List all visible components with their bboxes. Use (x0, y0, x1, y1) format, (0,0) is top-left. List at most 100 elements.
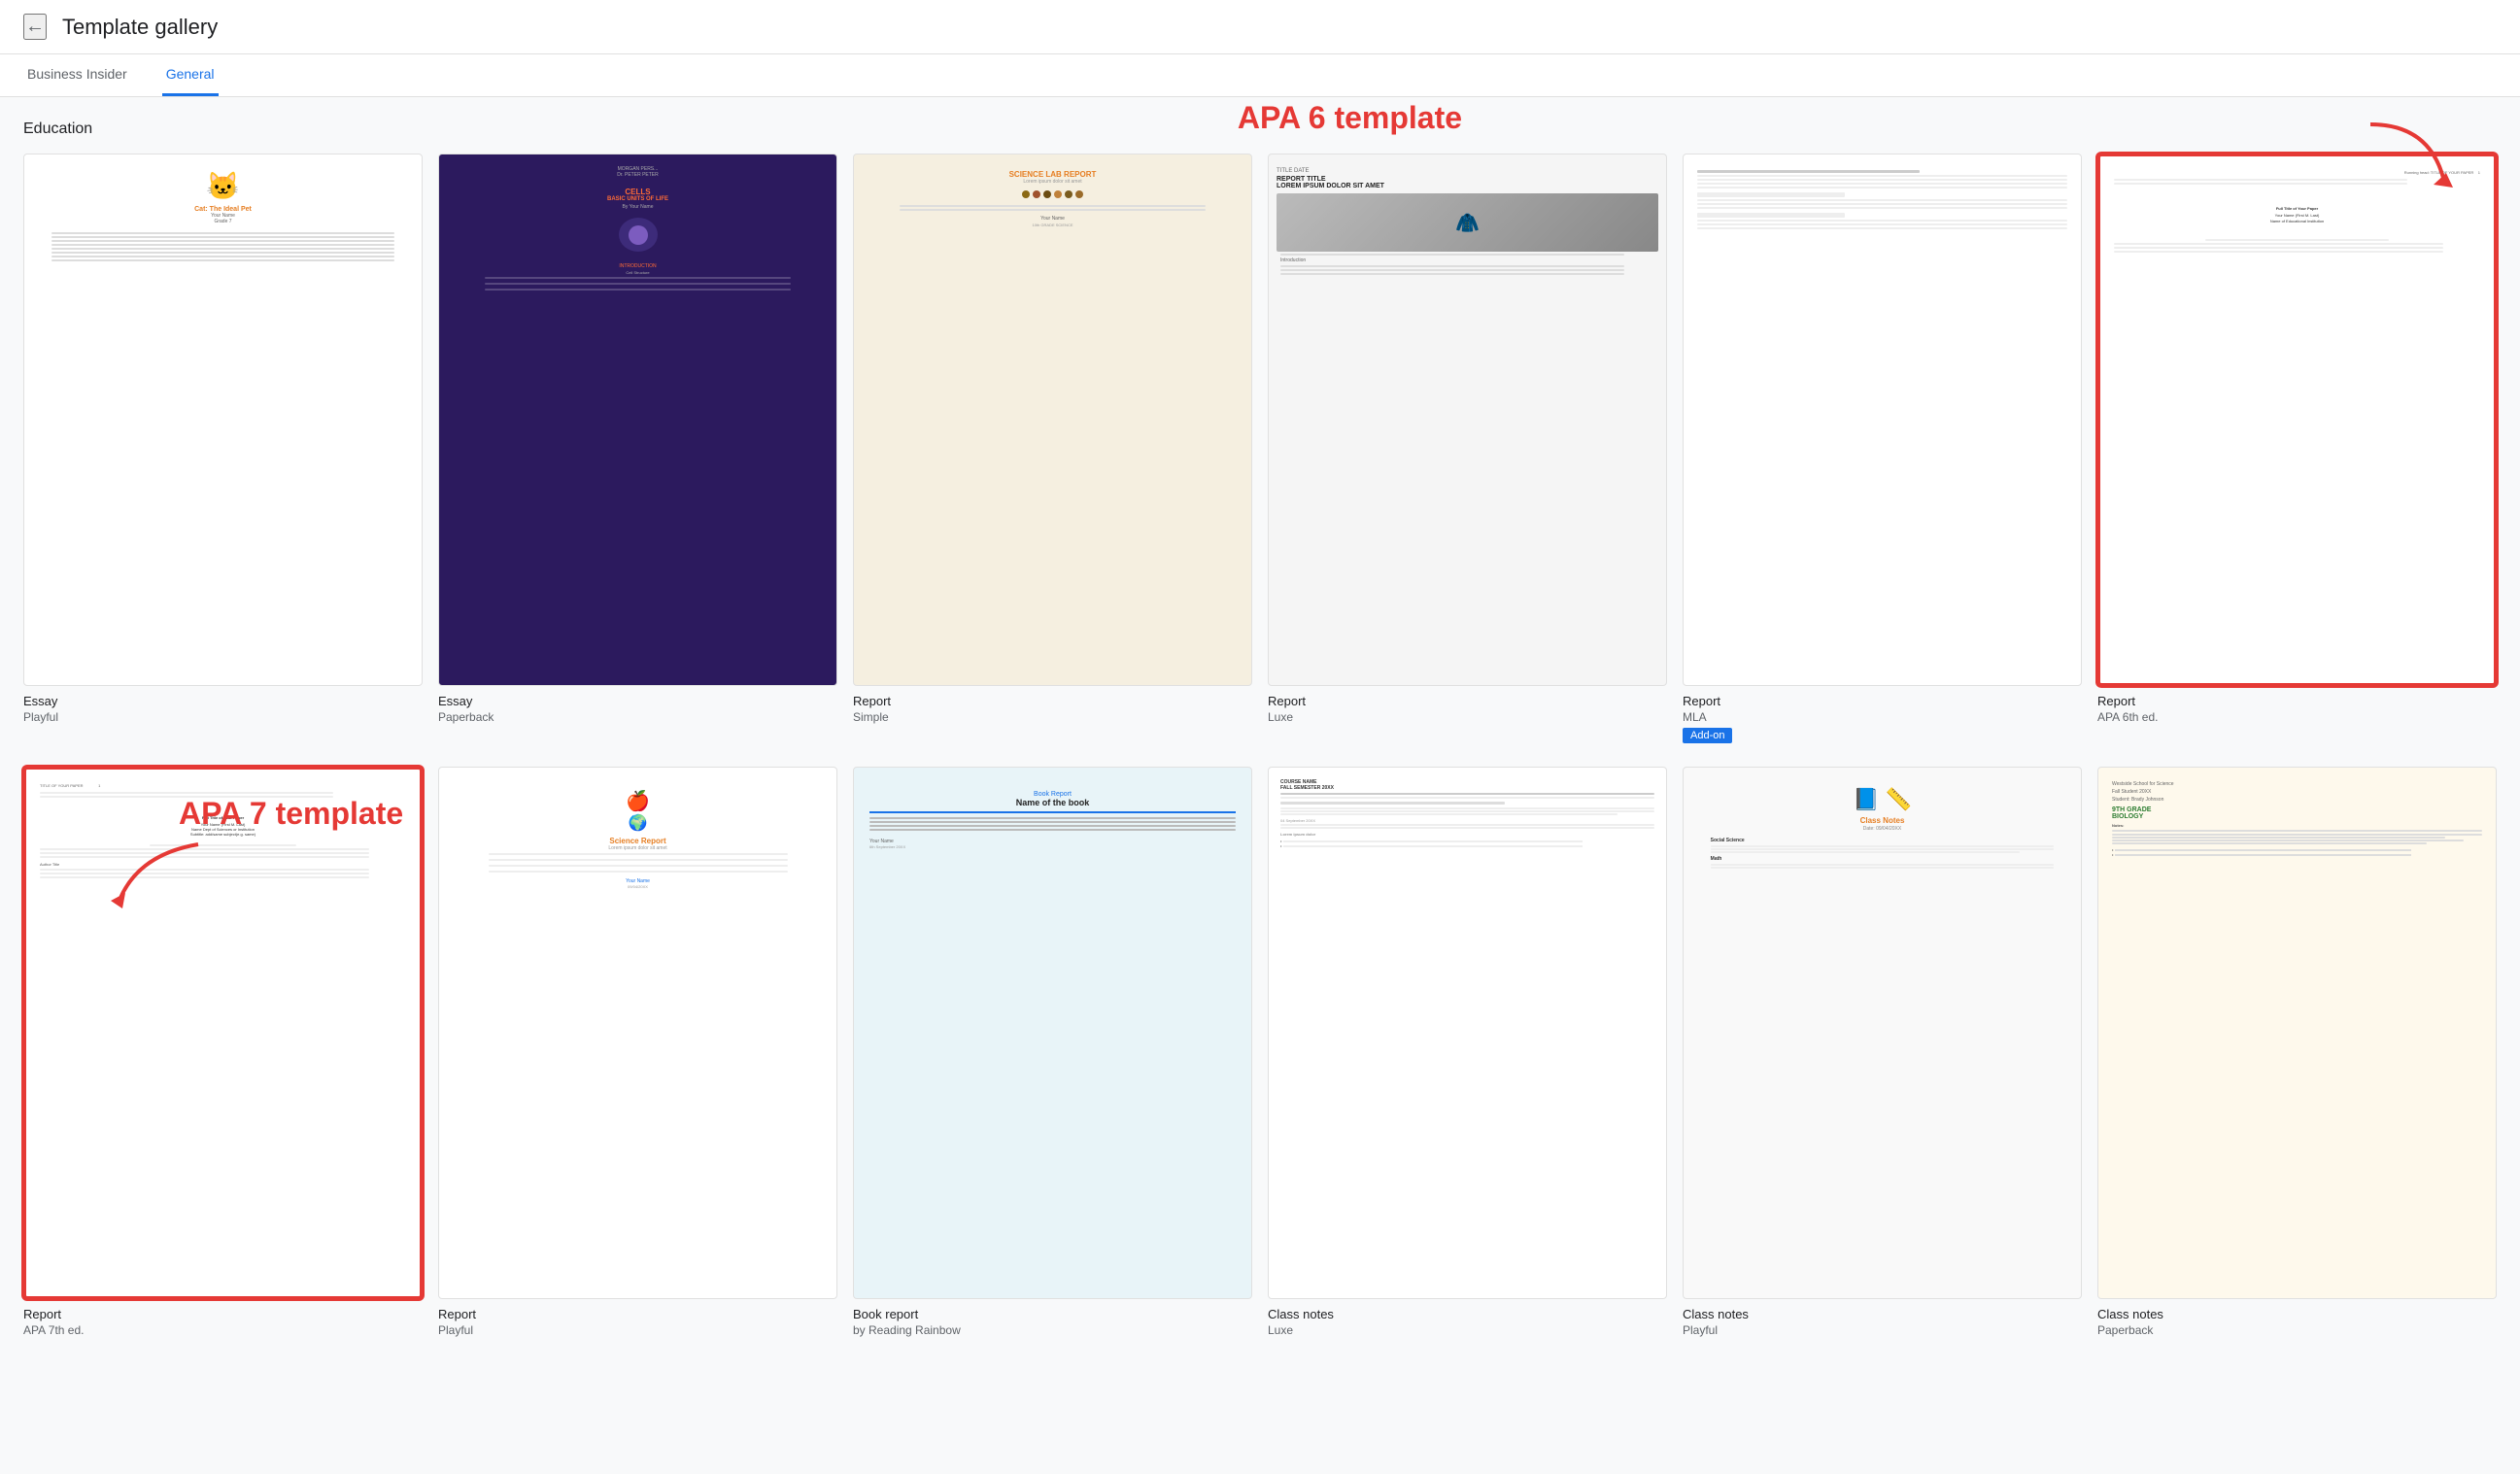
sline2 (900, 209, 1205, 211)
class-paper-school: Westside School for Science (2112, 781, 2482, 787)
report-luxe-big: REPORT TITLELOREM IPSUM DOLOR SIT AMET (1277, 176, 1658, 189)
line7 (51, 256, 395, 257)
wline3 (485, 289, 790, 291)
essay-playful-lines (51, 230, 395, 263)
bullet-line2 (1283, 845, 1583, 847)
sline1 (900, 205, 1205, 207)
template-name-class-notes-luxe: Class notes (1268, 1307, 1667, 1321)
mla-content (1689, 160, 2075, 239)
mla-line2 (1697, 175, 2067, 177)
template-report-mla[interactable]: Report MLA Add-on (1683, 154, 2082, 743)
tabs-bar: Business Insider General (0, 54, 2520, 97)
report-playful-content: 🍎 🌍 Science Report Lorem ipsum dolor sit… (445, 773, 831, 895)
report-playful-date: 09/04/20XX (628, 884, 648, 889)
cl-line5 (1280, 813, 1618, 815)
class-luxe-fall: FALL SEMESTER 20XX (1280, 785, 1654, 791)
template-sub-report-luxe: Luxe (1268, 710, 1667, 724)
section-title-education: Education (23, 120, 2497, 138)
tab-general[interactable]: General (162, 54, 219, 96)
template-sub-class-notes-playful: Playful (1683, 1323, 2082, 1337)
class-playful-lines: Social Science Math (1711, 838, 2055, 870)
template-sub-class-notes-paperback: Paperback (2097, 1323, 2497, 1337)
lline1 (1280, 254, 1624, 256)
line5 (51, 248, 395, 250)
template-class-notes-playful[interactable]: 📘 📏 Class Notes Date: 09/04/20XX Social … (1683, 767, 2082, 1337)
class-playful-math: Math (1711, 856, 2055, 862)
brline4 (869, 829, 1236, 831)
apa6-content: Running head: TITLE OF YOUR PAPER 1 Full… (2108, 164, 2486, 260)
essay-paper-basic: BASIC UNITS OF LIFE (607, 196, 668, 202)
report-playful-title: Science Report (609, 837, 665, 845)
template-class-notes-luxe[interactable]: COURSE NAME FALL SEMESTER 20XX 04 Septem… (1268, 767, 1667, 1337)
template-thumb-class-notes-luxe: COURSE NAME FALL SEMESTER 20XX 04 Septem… (1268, 767, 1667, 1299)
template-book-report[interactable]: Book Report Name of the book Your Name 6… (853, 767, 1252, 1337)
apa7-spacer (40, 800, 406, 815)
apa6-title-text: Full Title of Your Paper (2114, 206, 2480, 211)
lline3 (1280, 269, 1624, 271)
mla-line8 (1697, 207, 2067, 209)
report-simple-name: Your Name (1040, 216, 1065, 222)
apa7-title-text: TITLE OF YOUR PAPER 1 (40, 783, 406, 788)
template-sub-essay-playful: Playful (23, 710, 423, 724)
mla-line6 (1697, 199, 2067, 201)
mla-line1 (1697, 170, 1920, 173)
cat-icon: 🐱 (206, 170, 240, 202)
apa7-line1 (40, 792, 333, 794)
template-name-report-playful: Report (438, 1307, 837, 1321)
report-simple-date: 10th GRADE SCIENCE (1032, 223, 1073, 227)
template-report-playful[interactable]: 🍎 🌍 Science Report Lorem ipsum dolor sit… (438, 767, 837, 1337)
cpline3 (1711, 851, 2020, 853)
row2-grid: TITLE OF YOUR PAPER 1 Full Title of Your… (23, 767, 2497, 1337)
class-paper-email: Student: Brady Johnson (2112, 797, 2482, 803)
template-report-apa6[interactable]: Running head: TITLE OF YOUR PAPER 1 Full… (2097, 154, 2497, 743)
class-playful-social: Social Science (1711, 838, 2055, 843)
cl-line6 (1280, 824, 1654, 826)
row1-grid: 🐱 Cat: The Ideal Pet Your Name Grade 7 (23, 154, 2497, 743)
template-report-apa7[interactable]: TITLE OF YOUR PAPER 1 Full Title of Your… (23, 767, 423, 1337)
row2-container: APA 7 template TITLE OF YOUR PAPER 1 Ful… (23, 767, 2497, 1337)
template-report-simple[interactable]: SCIENCE LAB REPORT Lorem ipsum dolor sit… (853, 154, 1252, 743)
addon-badge-mla: Add-on (1683, 728, 1732, 743)
header: ← Template gallery (0, 0, 2520, 54)
apa7-content: TITLE OF YOUR PAPER 1 Full Title of Your… (34, 777, 412, 886)
pline4 (489, 871, 788, 873)
cpline2 (1711, 848, 2055, 850)
template-name-book-report: Book report (853, 1307, 1252, 1321)
dot5 (1065, 190, 1073, 198)
template-report-luxe[interactable]: TITLE DATE REPORT TITLELOREM IPSUM DOLOR… (1268, 154, 1667, 743)
pline2 (489, 859, 788, 861)
template-thumb-report-apa7: TITLE OF YOUR PAPER 1 Full Title of Your… (23, 767, 423, 1299)
class-luxe-date: 04 September 20XX (1280, 818, 1654, 823)
cl-line3 (1280, 807, 1654, 809)
dot3 (1043, 190, 1051, 198)
apa7-b6 (40, 876, 369, 878)
report-luxe-img: 🧥 (1277, 193, 1658, 252)
apa6-spacer (2114, 187, 2480, 206)
apa7-author-note: Author Title (40, 862, 406, 867)
tab-business-insider[interactable]: Business Insider (23, 54, 131, 96)
template-sub-class-notes-luxe: Luxe (1268, 1323, 1667, 1337)
cp2line5 (2112, 842, 2427, 844)
template-sub-book-report: by Reading Rainbow (853, 1323, 1252, 1337)
template-sub-report-mla: MLA (1683, 710, 2082, 724)
lline2 (1280, 265, 1624, 267)
report-simple-sci-title: SCIENCE LAB REPORT (1009, 170, 1097, 179)
apa6-b3 (2114, 251, 2443, 253)
apa6-b2 (2114, 247, 2443, 249)
template-thumb-report-luxe: TITLE DATE REPORT TITLELOREM IPSUM DOLOR… (1268, 154, 1667, 686)
essay-paper-header: MORGAN PERS...Dr. PETER PETER (617, 166, 659, 178)
back-button[interactable]: ← (23, 14, 47, 40)
template-name-report-apa7: Report (23, 1307, 423, 1321)
cl-line1 (1280, 793, 1654, 795)
template-essay-paperback[interactable]: MORGAN PERS...Dr. PETER PETER CELLS BASI… (438, 154, 837, 743)
template-name-essay-playful: Essay (23, 694, 423, 708)
class-luxe-lorem: Lorem ipsum dolor (1280, 832, 1654, 837)
brline2 (869, 821, 1236, 823)
class-paper-content: Westside School for Science Fall Student… (2106, 775, 2488, 863)
template-class-notes-paperback[interactable]: Westside School for Science Fall Student… (2097, 767, 2497, 1337)
cp2line4 (2112, 840, 2464, 841)
template-essay-playful[interactable]: 🐱 Cat: The Ideal Pet Your Name Grade 7 (23, 154, 423, 743)
template-thumb-class-notes-paperback: Westside School for Science Fall Student… (2097, 767, 2497, 1299)
mla-line7 (1697, 203, 2067, 205)
apa7-line2 (40, 796, 333, 798)
